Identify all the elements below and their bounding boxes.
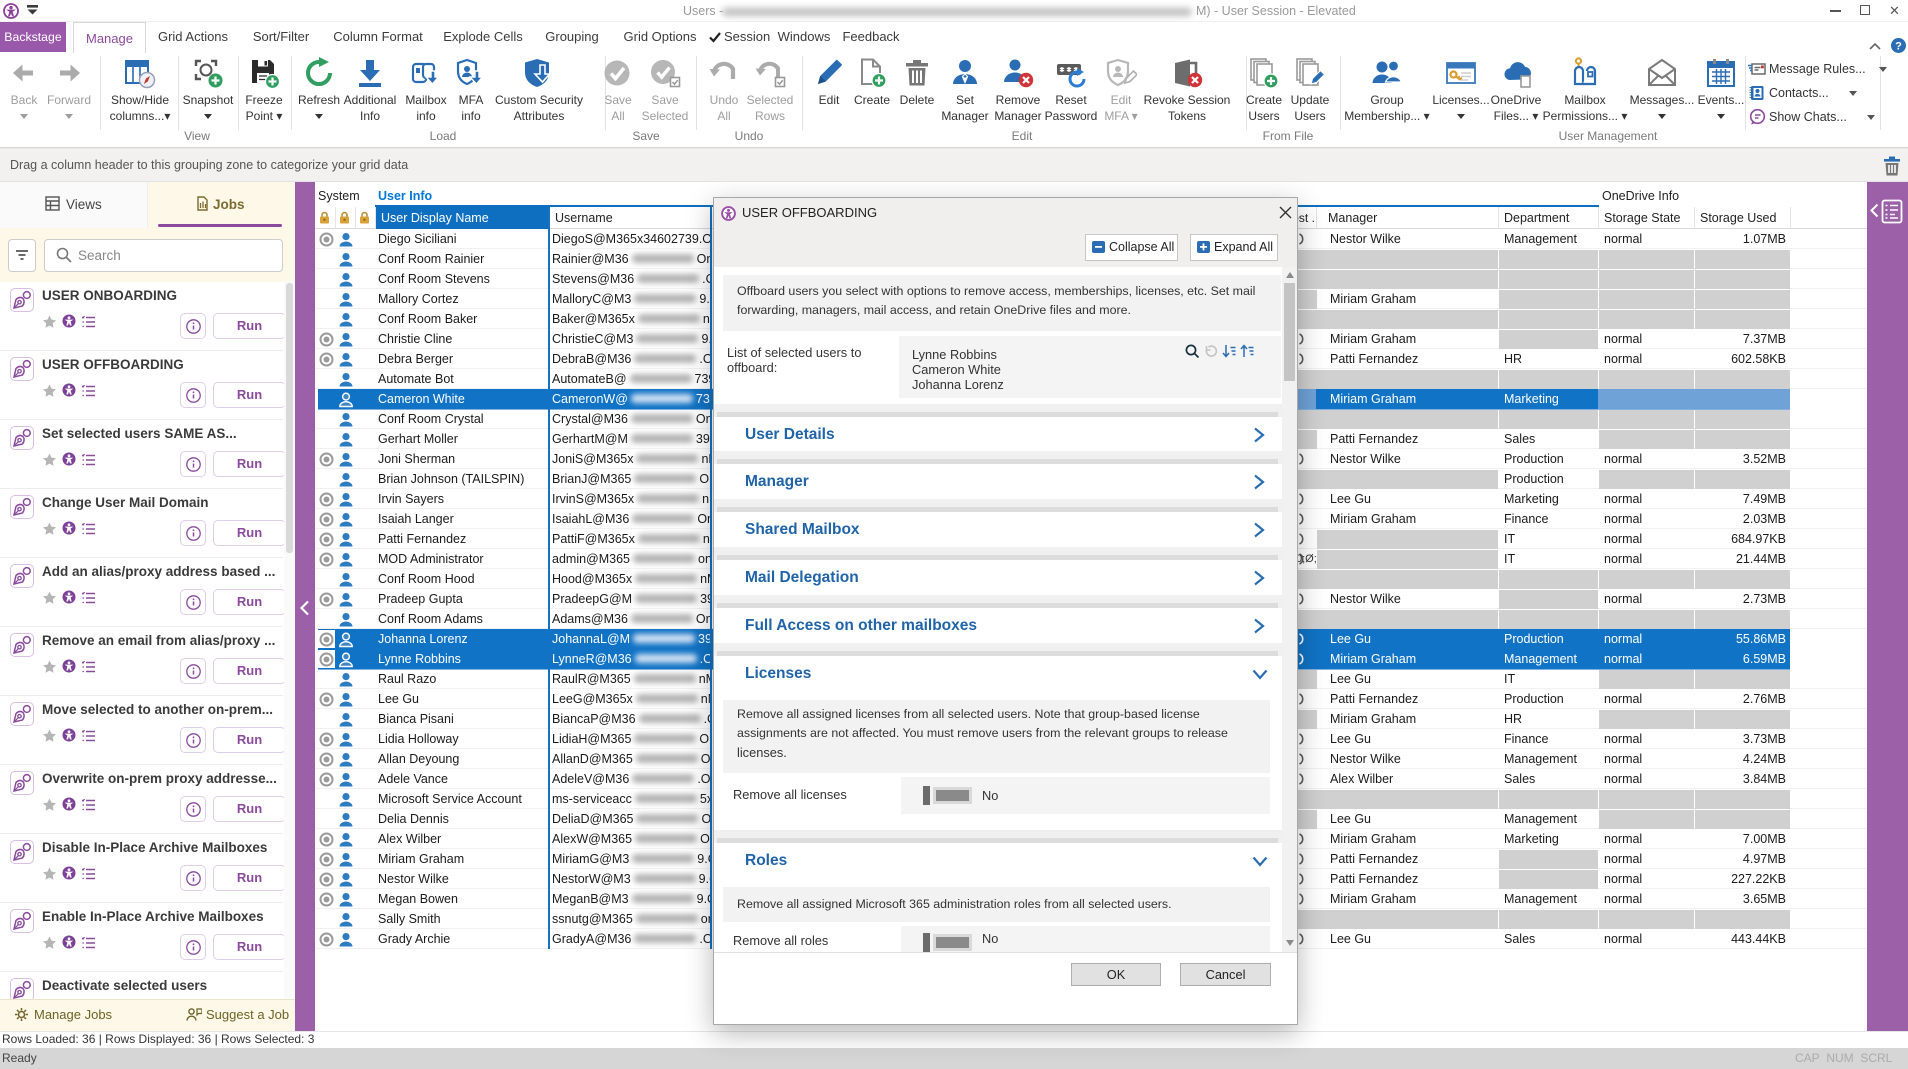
svg-text:?: ? [1895, 41, 1902, 53]
